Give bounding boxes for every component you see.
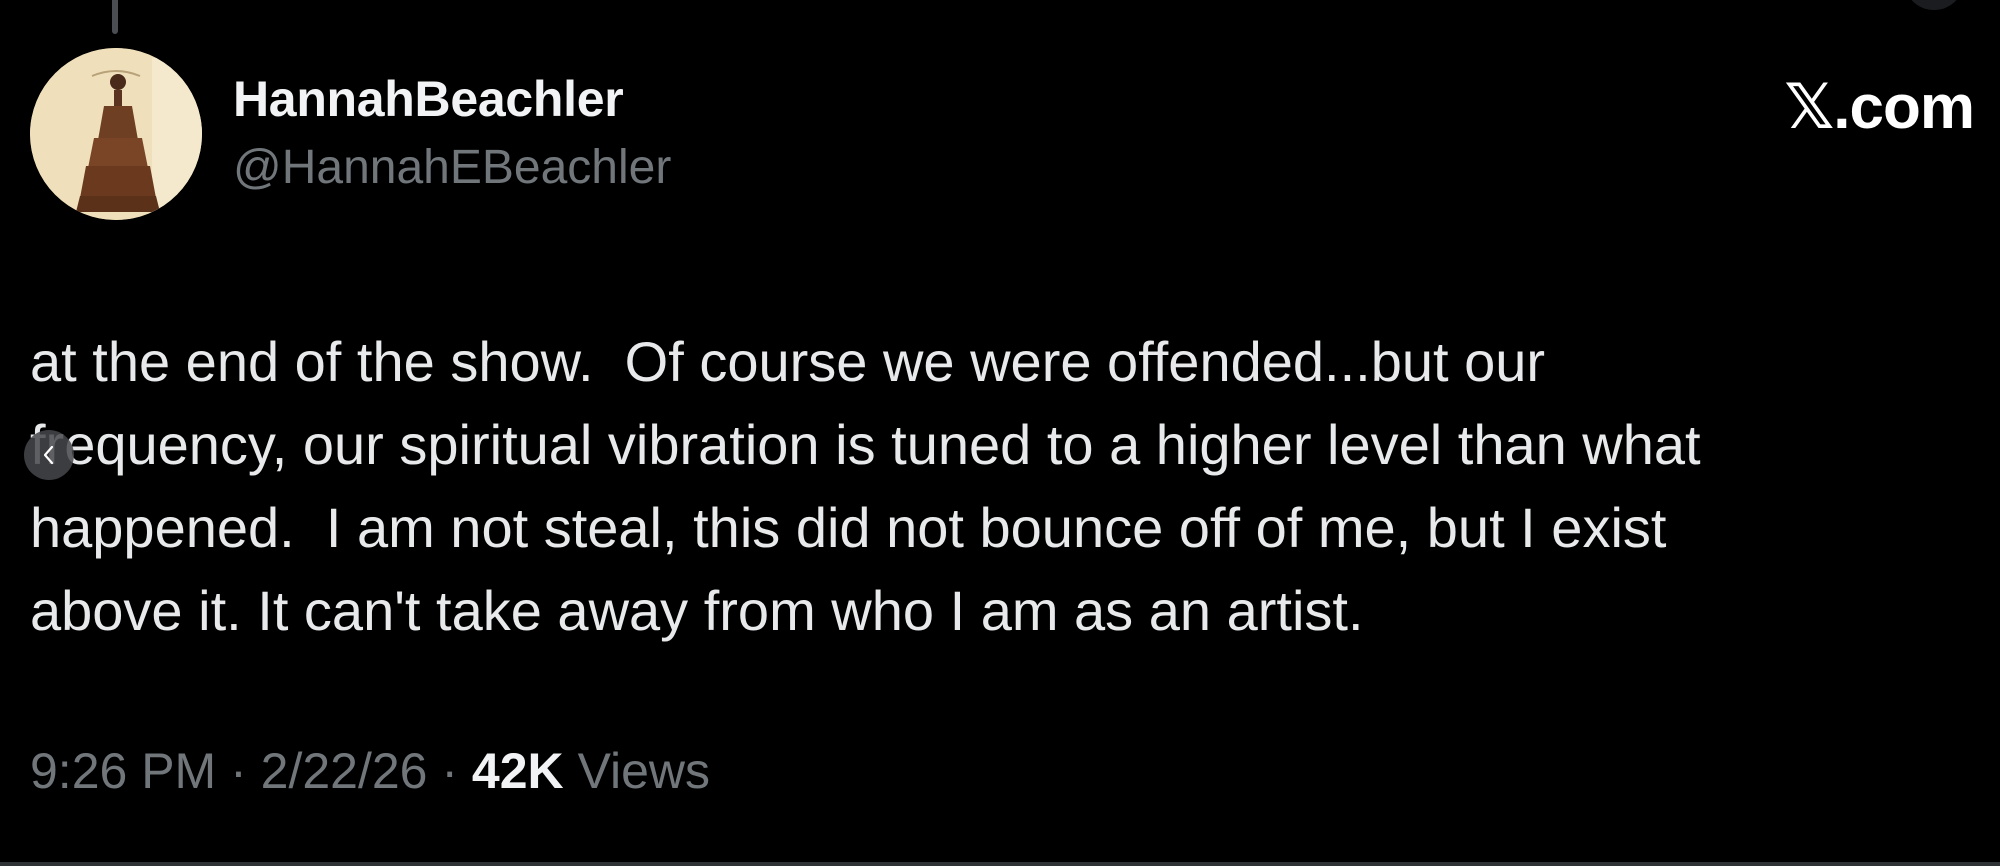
author-handle[interactable]: @HannahEBeachler <box>233 140 671 195</box>
previous-button[interactable] <box>24 430 74 480</box>
tweet-meta: 9:26 PM · 2/22/26 · 42K Views <box>30 742 710 800</box>
tweet-time[interactable]: 9:26 PM <box>30 743 216 799</box>
meta-separator: · <box>427 743 472 799</box>
x-logo: 𝕏.com <box>1784 73 1975 142</box>
chevron-left-icon <box>43 445 54 465</box>
views-count: 42K <box>471 743 564 799</box>
divider <box>0 862 2000 866</box>
avatar[interactable] <box>30 48 202 220</box>
tweet-text: at the end of the show. Of course we wer… <box>30 330 1701 642</box>
author-display-name[interactable]: HannahBeachler <box>233 70 624 128</box>
thread-connector-line <box>112 0 118 34</box>
views-label: Views <box>577 743 711 799</box>
avatar-image <box>30 48 202 220</box>
tweet-date[interactable]: 2/22/26 <box>261 743 428 799</box>
more-options-button[interactable] <box>1906 0 1962 10</box>
meta-separator: · <box>216 743 261 799</box>
